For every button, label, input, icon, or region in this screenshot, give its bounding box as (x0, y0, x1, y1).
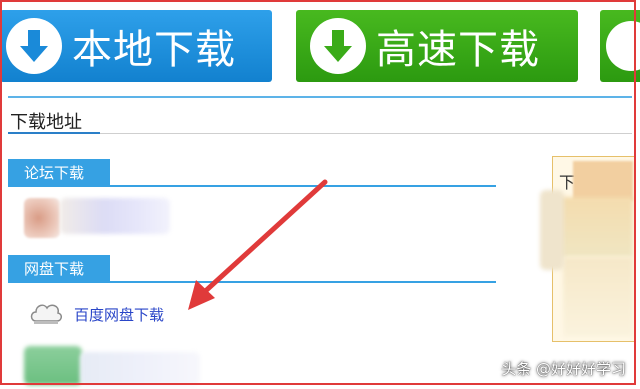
annotation-arrow (188, 179, 328, 310)
